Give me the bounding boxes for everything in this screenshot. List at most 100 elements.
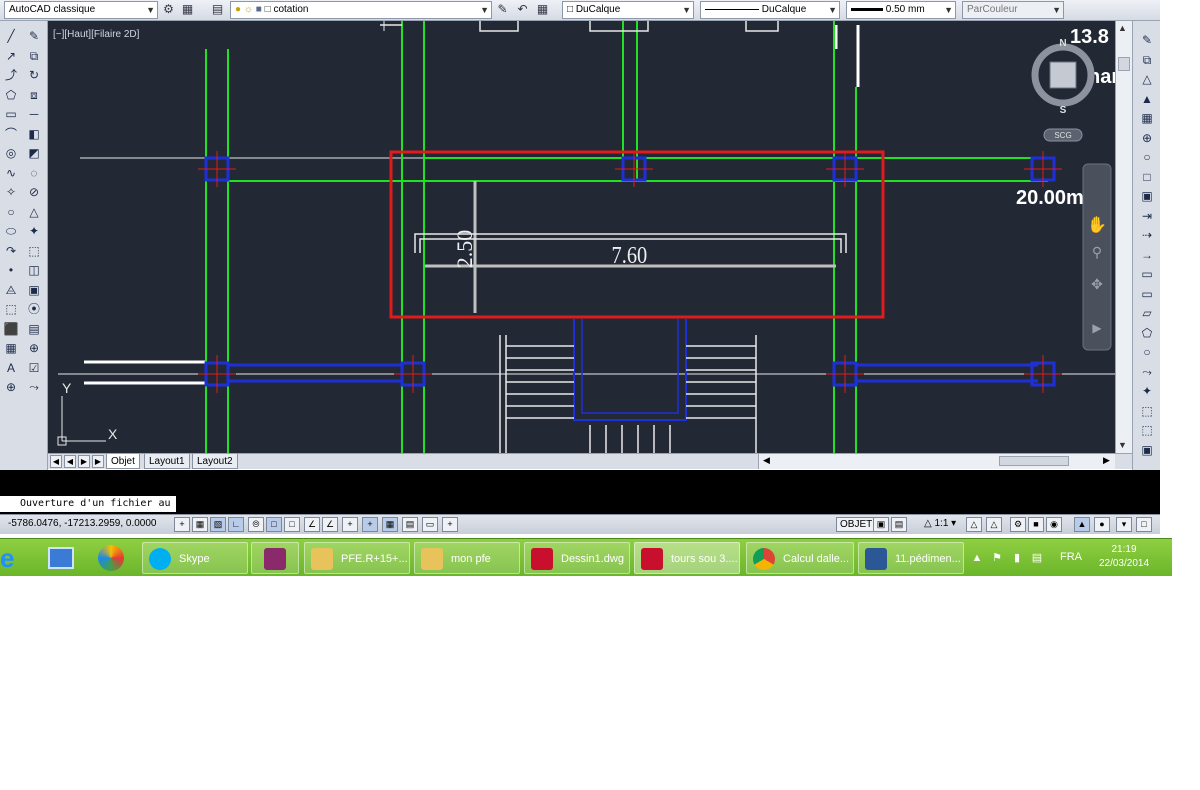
ducs-button[interactable]: ∠ [322,517,338,532]
status-menu-button[interactable]: ▾ [1116,517,1132,532]
color-dropdown[interactable]: □ DuCalque ▼ [562,1,694,19]
power-icon[interactable]: ▮ [1010,551,1024,565]
modify-tool-icon[interactable]: ⬚ [1138,402,1156,420]
paint-icon[interactable] [98,545,124,571]
dimension-tool-icon[interactable]: ⧈ [25,86,43,104]
internet-explorer-icon[interactable]: e [0,543,26,573]
draw-tool-icon[interactable]: A [2,359,20,377]
ortho-button[interactable]: ∟ [228,517,244,532]
scroll-left-icon[interactable]: ◀ [763,455,770,466]
grid-button[interactable]: ▧ [210,517,226,532]
first-tab-icon[interactable]: ◀ [50,455,62,468]
modify-tool-icon[interactable]: □ [1138,168,1156,186]
modify-tool-icon[interactable]: ▣ [1138,187,1156,205]
layer-state-icon[interactable]: ▦ [535,2,550,17]
dimension-tool-icon[interactable]: ─ [25,105,43,123]
prev-tab-icon[interactable]: ◀ [64,455,76,468]
taskbar-item-skype[interactable]: Skype [142,542,248,574]
infer-constraints-button[interactable]: + [174,517,190,532]
lineweight-dropdown[interactable]: 0.50 mm ▼ [846,1,956,19]
modify-tool-icon[interactable]: → [1138,246,1156,264]
layer-dropdown[interactable]: ● ☼ ■ □ cotation ▼ [230,1,492,19]
dimension-tool-icon[interactable]: ▣ [25,281,43,299]
modify-tool-icon[interactable]: ▱ [1138,304,1156,322]
draw-tool-icon[interactable]: ↷ [2,242,20,260]
draw-tool-icon[interactable]: ↗ [2,47,20,65]
modify-tool-icon[interactable]: ○ [1138,343,1156,361]
next-tab-icon[interactable]: ▶ [78,455,90,468]
modify-tool-icon[interactable]: ▦ [1138,109,1156,127]
viewcube[interactable]: N S SCG [1031,38,1095,142]
modify-tool-icon[interactable]: ⇢ [1138,226,1156,244]
modify-tool-icon[interactable]: △ [1138,70,1156,88]
show-hidden-icons-icon[interactable]: ▲ [970,551,984,565]
modify-tool-icon[interactable]: ✦ [1138,382,1156,400]
lock-ui-button[interactable]: ■ [1028,517,1044,532]
dimension-tool-icon[interactable]: ◧ [25,125,43,143]
scrollbar-thumb[interactable] [999,456,1069,466]
scrollbar-thumb[interactable] [1118,57,1130,71]
system-clock[interactable]: 21:19 22/03/2014 [1088,543,1160,571]
3dosnap-button[interactable]: □ [284,517,300,532]
dimension-tool-icon[interactable]: ▤ [25,320,43,338]
quick-properties-button[interactable]: ▤ [402,517,418,532]
draw-tool-icon[interactable]: ○ [2,203,20,221]
modify-tool-icon[interactable]: ⬠ [1138,324,1156,342]
draw-tool-icon[interactable]: ✧ [2,183,20,201]
modify-tool-icon[interactable]: ▭ [1138,285,1156,303]
dimension-tool-icon[interactable]: ⦿ [25,300,43,318]
draw-tool-icon[interactable]: ⬭ [2,222,20,240]
dimension-tool-icon[interactable]: ✎ [25,27,43,45]
dimension-tool-icon[interactable]: ☑ [25,359,43,377]
modify-tool-icon[interactable]: ✎ [1138,31,1156,49]
dimension-tool-icon[interactable]: ⬚ [25,242,43,260]
draw-tool-icon[interactable]: ⬚ [2,300,20,318]
modify-tool-icon[interactable]: ○ [1138,148,1156,166]
coordinates-readout[interactable]: -5786.0476, -17213.2959, 0.0000 [8,518,156,529]
auto-scale-button[interactable]: △ [986,517,1002,532]
snap-button[interactable]: ▦ [192,517,208,532]
draw-tool-icon[interactable]: ⬠ [2,86,20,104]
navigation-bar[interactable]: ✋ ⚲ ✥ ▶ [1082,163,1112,351]
last-tab-icon[interactable]: ▶ [92,455,104,468]
draw-tool-icon[interactable]: ∿ [2,164,20,182]
drawing-viewport[interactable]: 7.60 2.50 20.00m² 13.8 ham N S SCG ✋ ⚲ ✥… [48,21,1132,453]
modify-tool-icon[interactable]: ⬚ [1138,421,1156,439]
tab-model[interactable]: Objet [106,454,140,469]
draw-tool-icon[interactable]: ⊕ [2,378,20,396]
dimension-tool-icon[interactable]: ◌ [25,164,43,182]
scroll-right-icon[interactable]: ▶ [1103,455,1110,466]
plotstyle-dropdown[interactable]: ParCouleur ▼ [962,1,1064,19]
quick-view-layouts-button[interactable]: ▣ [873,517,889,532]
annotation-scale[interactable]: △ 1:1 ▾ [924,518,956,529]
hardware-acceleration-button[interactable]: ◉ [1046,517,1062,532]
polar-button[interactable]: ⦾ [248,517,264,532]
quick-view-drawings-button[interactable]: ▤ [891,517,907,532]
dimension-tool-icon[interactable]: ↻ [25,66,43,84]
workspace-dropdown[interactable]: AutoCAD classique ▼ [4,1,158,19]
make-current-layer-icon[interactable]: ✎ [495,2,510,17]
model-space-button[interactable]: OBJET [836,517,877,532]
vertical-scrollbar[interactable]: ▲ ▼ [1115,21,1132,453]
linetype-dropdown[interactable]: DuCalque ▼ [700,1,840,19]
scroll-down-icon[interactable]: ▼ [1118,440,1127,450]
clean-screen-button[interactable]: □ [1136,517,1152,532]
osnap-button[interactable]: □ [266,517,282,532]
draw-tool-icon[interactable]: ▦ [2,339,20,357]
layer-previous-icon[interactable]: ↶ [515,2,530,17]
tab-layout2[interactable]: Layout2 [192,454,238,469]
bulb-icon[interactable]: ● [1094,517,1110,532]
tab-layout1[interactable]: Layout1 [144,454,190,469]
isolate-objects-button[interactable]: ▲ [1074,517,1090,532]
command-line[interactable]: Ouverture d'un fichier au [0,496,176,512]
drawing-canvas[interactable]: 7.60 2.50 20.00m² 13.8 ham N S SCG ✋ ⚲ ✥… [48,21,1132,453]
scroll-up-icon[interactable]: ▲ [1118,23,1127,33]
draw-tool-icon[interactable]: ⌒ [2,125,20,143]
modify-tool-icon[interactable]: ⇥ [1138,207,1156,225]
modify-tool-icon[interactable]: ⤳ [1138,363,1156,381]
annotation-visibility-button[interactable]: △ [966,517,982,532]
draw-tool-icon[interactable]: ⨺ [2,281,20,299]
modify-tool-icon[interactable]: ▭ [1138,265,1156,283]
dimension-tool-icon[interactable]: ◫ [25,261,43,279]
draw-tool-icon[interactable]: ⬛ [2,320,20,338]
